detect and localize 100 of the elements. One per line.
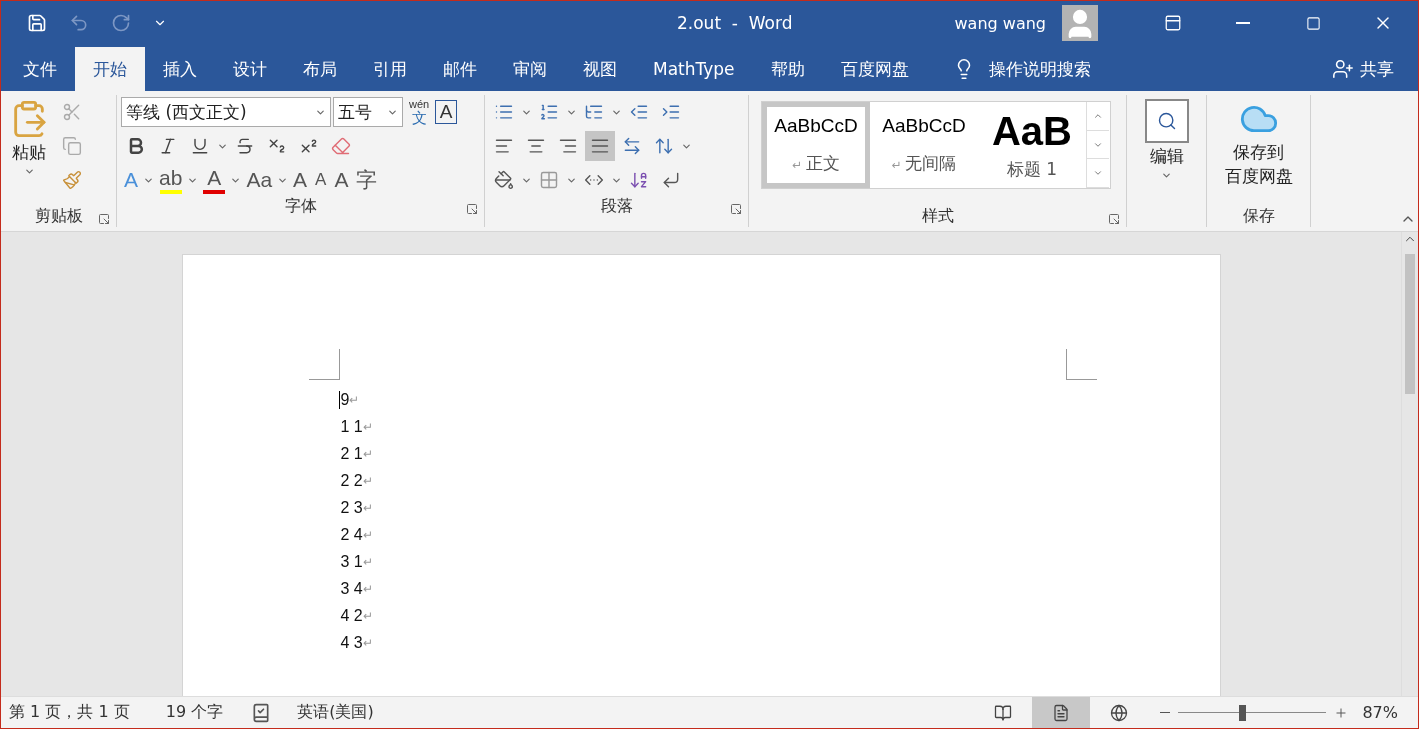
paragraph-mark: ↵ [362,473,373,488]
font-size-field[interactable]: 五号 [333,97,403,127]
share-button[interactable]: 共享 [1326,47,1400,91]
dialog-launcher[interactable] [730,203,742,215]
eraser-icon [331,136,351,156]
font-format-button[interactable]: Aa [243,165,276,195]
minimize-icon [1236,22,1250,24]
tell-me-search[interactable]: 操作说明搜索 [946,47,1097,91]
paragraph-mark: ↵ [362,635,373,650]
language[interactable]: 英语(美国) [297,702,374,723]
font-format-button[interactable]: A [331,165,352,195]
undo-icon[interactable] [69,13,89,33]
bulleted-list-icon [494,102,514,122]
zoom-in-button[interactable] [1334,705,1349,720]
paste-button[interactable]: 粘贴 [5,95,53,205]
paint-bucket-icon [494,170,514,190]
dialog-launcher[interactable] [98,213,110,225]
character-border-button[interactable]: A [435,100,458,124]
ribbon-tab[interactable]: 邮件 [425,47,495,91]
decrease-indent-icon [629,102,649,122]
editing-button[interactable]: 编辑 [1140,95,1193,205]
document-line: 2 4 [340,525,363,544]
proofing-icon[interactable] [251,702,272,723]
font-format-button[interactable]: 字 [353,165,381,195]
underline-icon [190,136,210,156]
open-book-icon [994,703,1013,722]
page-count[interactable]: 第 1 页，共 1 页 [9,702,130,723]
paragraph-mark: ↵ [362,608,373,623]
document-line: 2 1 [340,444,363,463]
subscript-icon [267,136,287,156]
document-line: 4 3 [340,633,363,652]
ribbon-tab[interactable]: 设计 [215,47,285,91]
paragraph-mark: ↵ [362,419,373,434]
paragraph-mark: ↵ [362,446,373,461]
justify-button[interactable] [585,131,615,161]
plus-icon [1334,705,1349,720]
margin-mark [308,349,340,380]
dialog-launcher[interactable] [466,203,478,215]
ribbon-tab[interactable]: 百度网盘 [822,47,927,91]
text-cursor [338,390,340,409]
document-line: 3 1 [340,552,363,571]
font-format-button[interactable]: ab [156,165,186,195]
document-line: 1 1 [340,417,363,436]
group-label: 段落 [600,195,633,217]
ribbon-tab[interactable]: MathType [635,47,753,91]
zoom-level[interactable]: 87% [1362,703,1398,722]
save-to-cloud-button[interactable]: 保存到 百度网盘 [1220,95,1297,205]
ribbon-tab[interactable]: 开始 [75,47,145,91]
window-title: 2.out - Word [676,13,794,33]
ribbon-tab[interactable]: 引用 [355,47,425,91]
borders-icon [539,170,559,190]
group-label: 样式 [921,205,954,227]
increase-indent-icon [661,102,681,122]
group-label: 剪贴板 [34,205,83,227]
font-format-button[interactable]: A [290,165,311,195]
print-view-button[interactable] [1032,697,1091,728]
strikethrough-icon [235,136,255,156]
zoom-thumb[interactable] [1239,704,1247,721]
margin-mark [1065,349,1097,380]
share-icon [1332,58,1354,80]
redo-icon[interactable] [111,13,131,33]
document-line: 9 [340,390,350,409]
numbered-list-icon [539,102,559,122]
document-line: 4 2 [340,606,363,625]
sort-icon [629,170,649,190]
group-label: 字体 [284,195,317,217]
vertical-scrollbar[interactable] [1401,232,1418,696]
ribbon-tab[interactable]: 插入 [145,47,215,91]
scissors-icon [62,102,82,122]
align-right-icon [558,136,578,156]
word-count[interactable]: 19 个字 [165,702,224,723]
style-item[interactable]: AaBbCcD ↵ 正文 [762,102,870,188]
ribbon-tab[interactable]: 文件 [5,47,75,91]
font-format-button[interactable]: A [312,165,330,195]
font-name-field[interactable]: 等线 (西文正文) [121,97,331,127]
ribbon-tab[interactable]: 布局 [285,47,355,91]
distribute-icon [622,136,642,156]
ribbon-tab[interactable]: 视图 [565,47,635,91]
minus-icon [1160,711,1171,714]
maximize-icon [1305,15,1321,31]
document-icon [1052,703,1071,722]
paragraph-mark: ↵ [362,500,373,515]
copy-icon [62,136,82,156]
line-spacing-icon [654,136,674,156]
user-name: wang wang [954,13,1046,33]
document-line: 3 4 [340,579,363,598]
paragraph-mark: ↵ [362,581,373,596]
globe-icon [1110,703,1129,722]
group-label: 保存 [1242,205,1275,227]
phonetic-guide-button[interactable]: wén 文 [405,99,434,125]
justify-icon [590,136,610,156]
scroll-thumb[interactable] [1405,254,1415,394]
ribbon-tab[interactable]: 审阅 [495,47,565,91]
font-format-button[interactable]: A [200,165,229,195]
avatar[interactable] [1062,5,1098,41]
save-icon[interactable] [27,13,47,33]
return-arrow-icon [661,170,681,190]
paragraph-mark: ↵ [349,392,360,407]
dialog-launcher[interactable] [1108,213,1120,225]
ribbon-tab[interactable]: 帮助 [752,47,823,91]
